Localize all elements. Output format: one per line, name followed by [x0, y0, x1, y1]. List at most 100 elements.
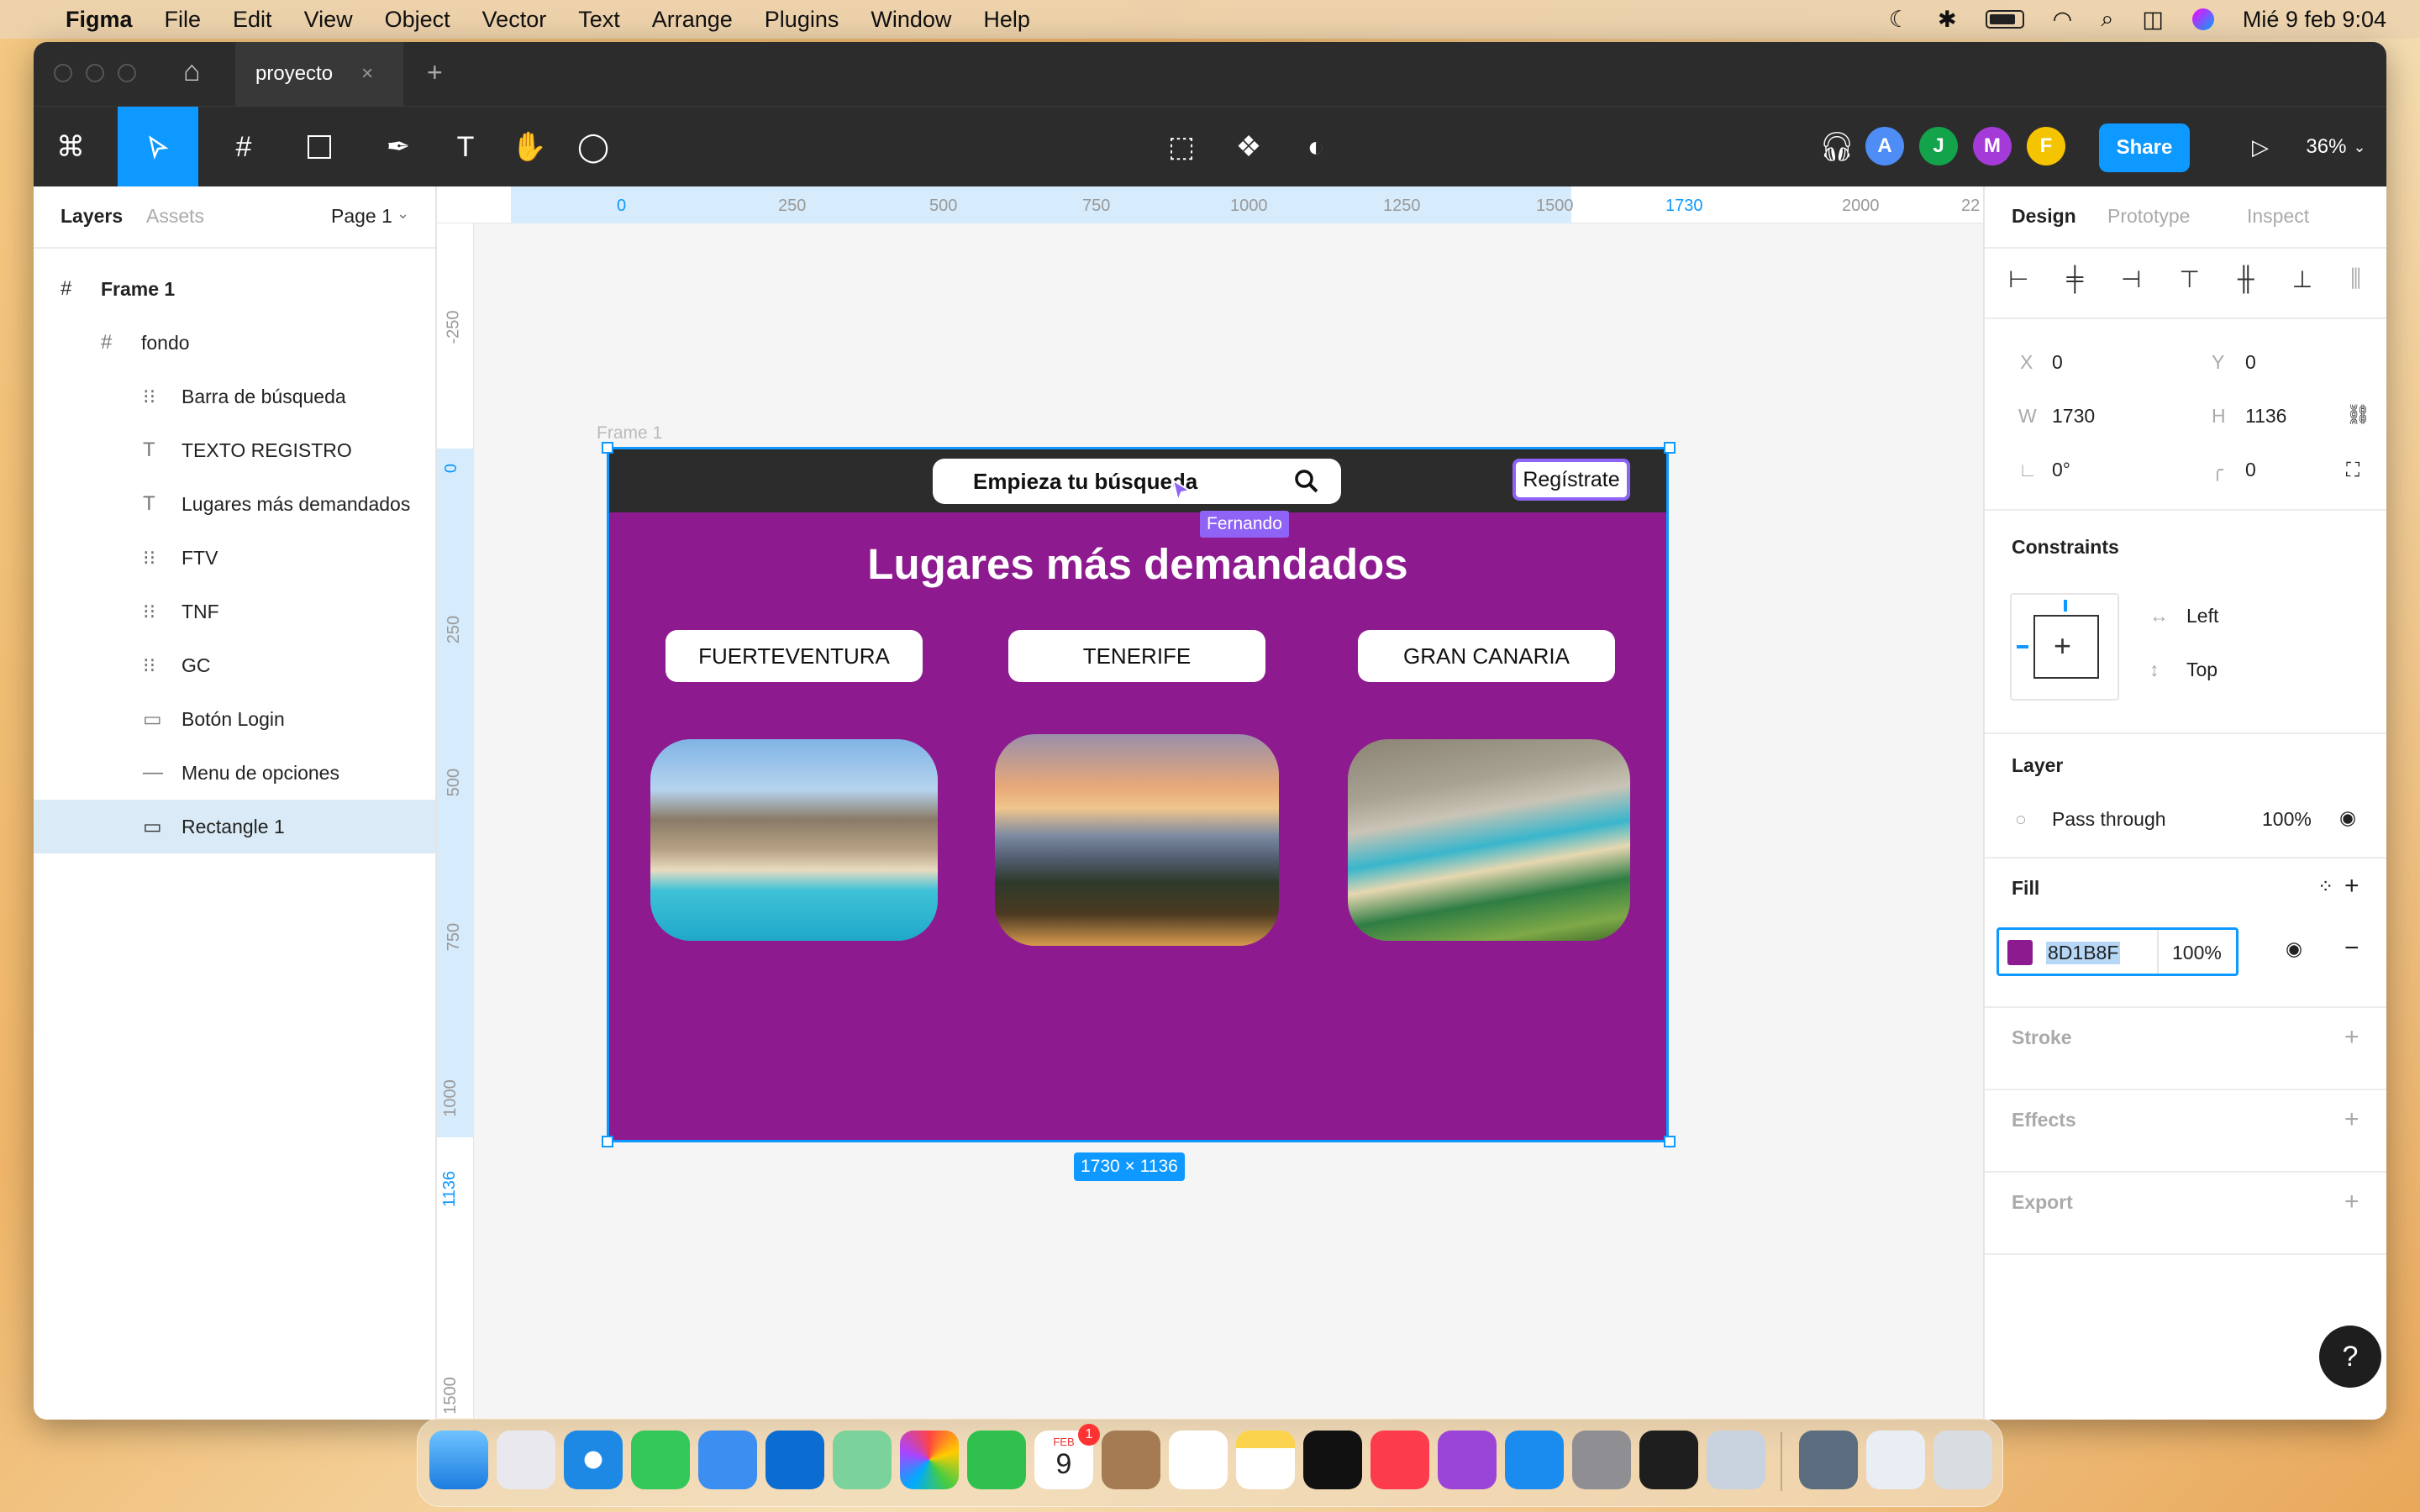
- w-input[interactable]: 1730: [2052, 405, 2095, 428]
- help-button[interactable]: ?: [2319, 1326, 2381, 1388]
- fill-hex-input[interactable]: 8D1B8F: [2046, 942, 2121, 964]
- siri-icon[interactable]: [2191, 8, 2214, 30]
- fill-swatch[interactable]: [2007, 940, 2033, 965]
- menu-clock[interactable]: Mié 9 feb 9:04: [2243, 7, 2386, 33]
- notes-icon[interactable]: [1236, 1431, 1295, 1489]
- new-tab-icon[interactable]: +: [427, 57, 443, 88]
- figma-icon[interactable]: [1639, 1431, 1698, 1489]
- share-button[interactable]: Share: [2099, 123, 2190, 172]
- search-bar[interactable]: Empieza tu búsqueda: [933, 459, 1341, 504]
- eye-icon[interactable]: ◉: [2339, 806, 2356, 829]
- tab-layers[interactable]: Layers: [60, 205, 123, 228]
- hand-tool[interactable]: ✋: [504, 107, 555, 187]
- avatar[interactable]: A: [1865, 127, 1904, 165]
- outlook-icon[interactable]: [765, 1431, 824, 1489]
- chevron-down-icon[interactable]: ⌄: [397, 205, 409, 223]
- avatar[interactable]: J: [1919, 127, 1958, 165]
- h-input[interactable]: 1136: [2245, 405, 2286, 428]
- y-input[interactable]: 0: [2245, 351, 2256, 374]
- constraints-widget[interactable]: +: [2010, 593, 2119, 701]
- layer-texto-registro[interactable]: T TEXTO REGISTRO: [34, 423, 435, 477]
- add-fill-icon[interactable]: +: [2344, 872, 2360, 900]
- avatar[interactable]: M: [1973, 127, 2012, 165]
- moon-icon[interactable]: ☾: [1889, 7, 1909, 33]
- layer-lugares[interactable]: T Lugares más demandados: [34, 477, 435, 531]
- menu-window[interactable]: Window: [871, 7, 951, 33]
- page-selector[interactable]: Page 1: [331, 205, 392, 228]
- layer-ftv[interactable]: ⁝⁝ FTV: [34, 531, 435, 585]
- contacts-icon[interactable]: [1102, 1431, 1160, 1489]
- mail-icon[interactable]: [698, 1431, 757, 1489]
- music-icon[interactable]: [1370, 1431, 1429, 1489]
- register-button[interactable]: Regístrate: [1512, 459, 1630, 501]
- menu-edit[interactable]: Edit: [233, 7, 272, 33]
- layer-barra-busqueda[interactable]: ⁝⁝ Barra de búsqueda: [34, 370, 435, 423]
- safari-icon[interactable]: [564, 1431, 623, 1489]
- layer-fondo[interactable]: # fondo: [34, 316, 435, 370]
- present-button[interactable]: ▷: [2235, 107, 2286, 187]
- distribute-icon[interactable]: ⫼: [2350, 265, 2361, 299]
- frame-tool[interactable]: #: [212, 107, 276, 187]
- battery-icon[interactable]: [1985, 10, 2024, 29]
- resize-frame-button[interactable]: ⬚: [1156, 107, 1207, 187]
- constraint-vertical-select[interactable]: Top: [2186, 659, 2217, 681]
- messages-icon[interactable]: [631, 1431, 690, 1489]
- zoom-dropdown[interactable]: 36% ⌄: [2294, 107, 2378, 187]
- maximize-window-button[interactable]: [118, 64, 136, 82]
- menu-app-name[interactable]: Figma: [66, 7, 133, 33]
- x-input[interactable]: 0: [2052, 351, 2063, 374]
- search-icon[interactable]: ⌕: [2101, 6, 2113, 33]
- calendar-icon[interactable]: FEB 9 1: [1034, 1424, 1100, 1489]
- menu-plugins[interactable]: Plugins: [765, 7, 839, 33]
- home-icon[interactable]: ⌂: [183, 55, 201, 88]
- tab-proyecto[interactable]: proyecto ×: [235, 42, 403, 106]
- resize-handle[interactable]: [602, 442, 613, 454]
- maps-icon[interactable]: [833, 1431, 892, 1489]
- close-tab-icon[interactable]: ×: [361, 62, 373, 86]
- independent-corners-icon[interactable]: ⛶: [2346, 459, 2360, 481]
- fill-opacity-input[interactable]: 100%: [2172, 942, 2222, 964]
- finder-icon[interactable]: [429, 1431, 488, 1489]
- control-center-icon[interactable]: ◫: [2142, 7, 2164, 33]
- menu-object[interactable]: Object: [385, 7, 450, 33]
- menu-view[interactable]: View: [304, 7, 353, 33]
- fill-visibility-icon[interactable]: ◉: [2286, 937, 2302, 960]
- add-stroke-icon[interactable]: +: [2344, 1023, 2360, 1052]
- menu-text[interactable]: Text: [578, 7, 620, 33]
- trash-icon[interactable]: [1933, 1431, 1992, 1489]
- blend-mode-select[interactable]: Pass through: [2052, 808, 2166, 831]
- resize-handle[interactable]: [602, 1136, 613, 1147]
- wifi-icon[interactable]: ◠: [2053, 7, 2073, 33]
- launchpad-icon[interactable]: [497, 1431, 555, 1489]
- layer-menu-opciones[interactable]: — Menu de opciones: [34, 746, 435, 800]
- menu-vector[interactable]: Vector: [482, 7, 547, 33]
- tab-prototype[interactable]: Prototype: [2107, 205, 2190, 228]
- audio-button[interactable]: 🎧︎: [1812, 107, 1862, 187]
- resize-handle[interactable]: [1664, 442, 1676, 454]
- photos-icon[interactable]: [900, 1431, 959, 1489]
- place-button-gran-canaria[interactable]: GRAN CANARIA: [1358, 630, 1615, 682]
- layer-tnf[interactable]: ⁝⁝ TNF: [34, 585, 435, 638]
- avatar[interactable]: F: [2027, 127, 2065, 165]
- tab-inspect[interactable]: Inspect: [2247, 205, 2309, 228]
- styles-icon[interactable]: ⁘: [2317, 875, 2333, 898]
- menu-help[interactable]: Help: [983, 7, 1030, 33]
- frame-label[interactable]: Frame 1: [597, 423, 662, 444]
- rotation-input[interactable]: 0°: [2052, 459, 2070, 481]
- pen-tool[interactable]: ✒: [366, 107, 430, 187]
- documents-stack-icon[interactable]: [1866, 1431, 1925, 1489]
- constraint-horizontal-select[interactable]: Left: [2186, 605, 2218, 627]
- align-middle-v-icon[interactable]: ╫: [2238, 265, 2254, 299]
- layer-frame-1[interactable]: # Frame 1: [34, 262, 435, 316]
- move-tool[interactable]: [118, 107, 198, 187]
- close-window-button[interactable]: [54, 64, 72, 82]
- place-button-fuerteventura[interactable]: FUERTEVENTURA: [666, 630, 923, 682]
- text-tool[interactable]: T: [440, 107, 491, 187]
- menu-arrange[interactable]: Arrange: [652, 7, 733, 33]
- facetime-icon[interactable]: [967, 1431, 1026, 1489]
- downloads-stack-icon[interactable]: [1799, 1431, 1858, 1489]
- align-right-icon[interactable]: ⊣: [2121, 265, 2141, 299]
- layer-boton-login[interactable]: ▭ Botón Login: [34, 692, 435, 746]
- minimize-window-button[interactable]: [86, 64, 104, 82]
- tab-design[interactable]: Design: [2012, 205, 2076, 228]
